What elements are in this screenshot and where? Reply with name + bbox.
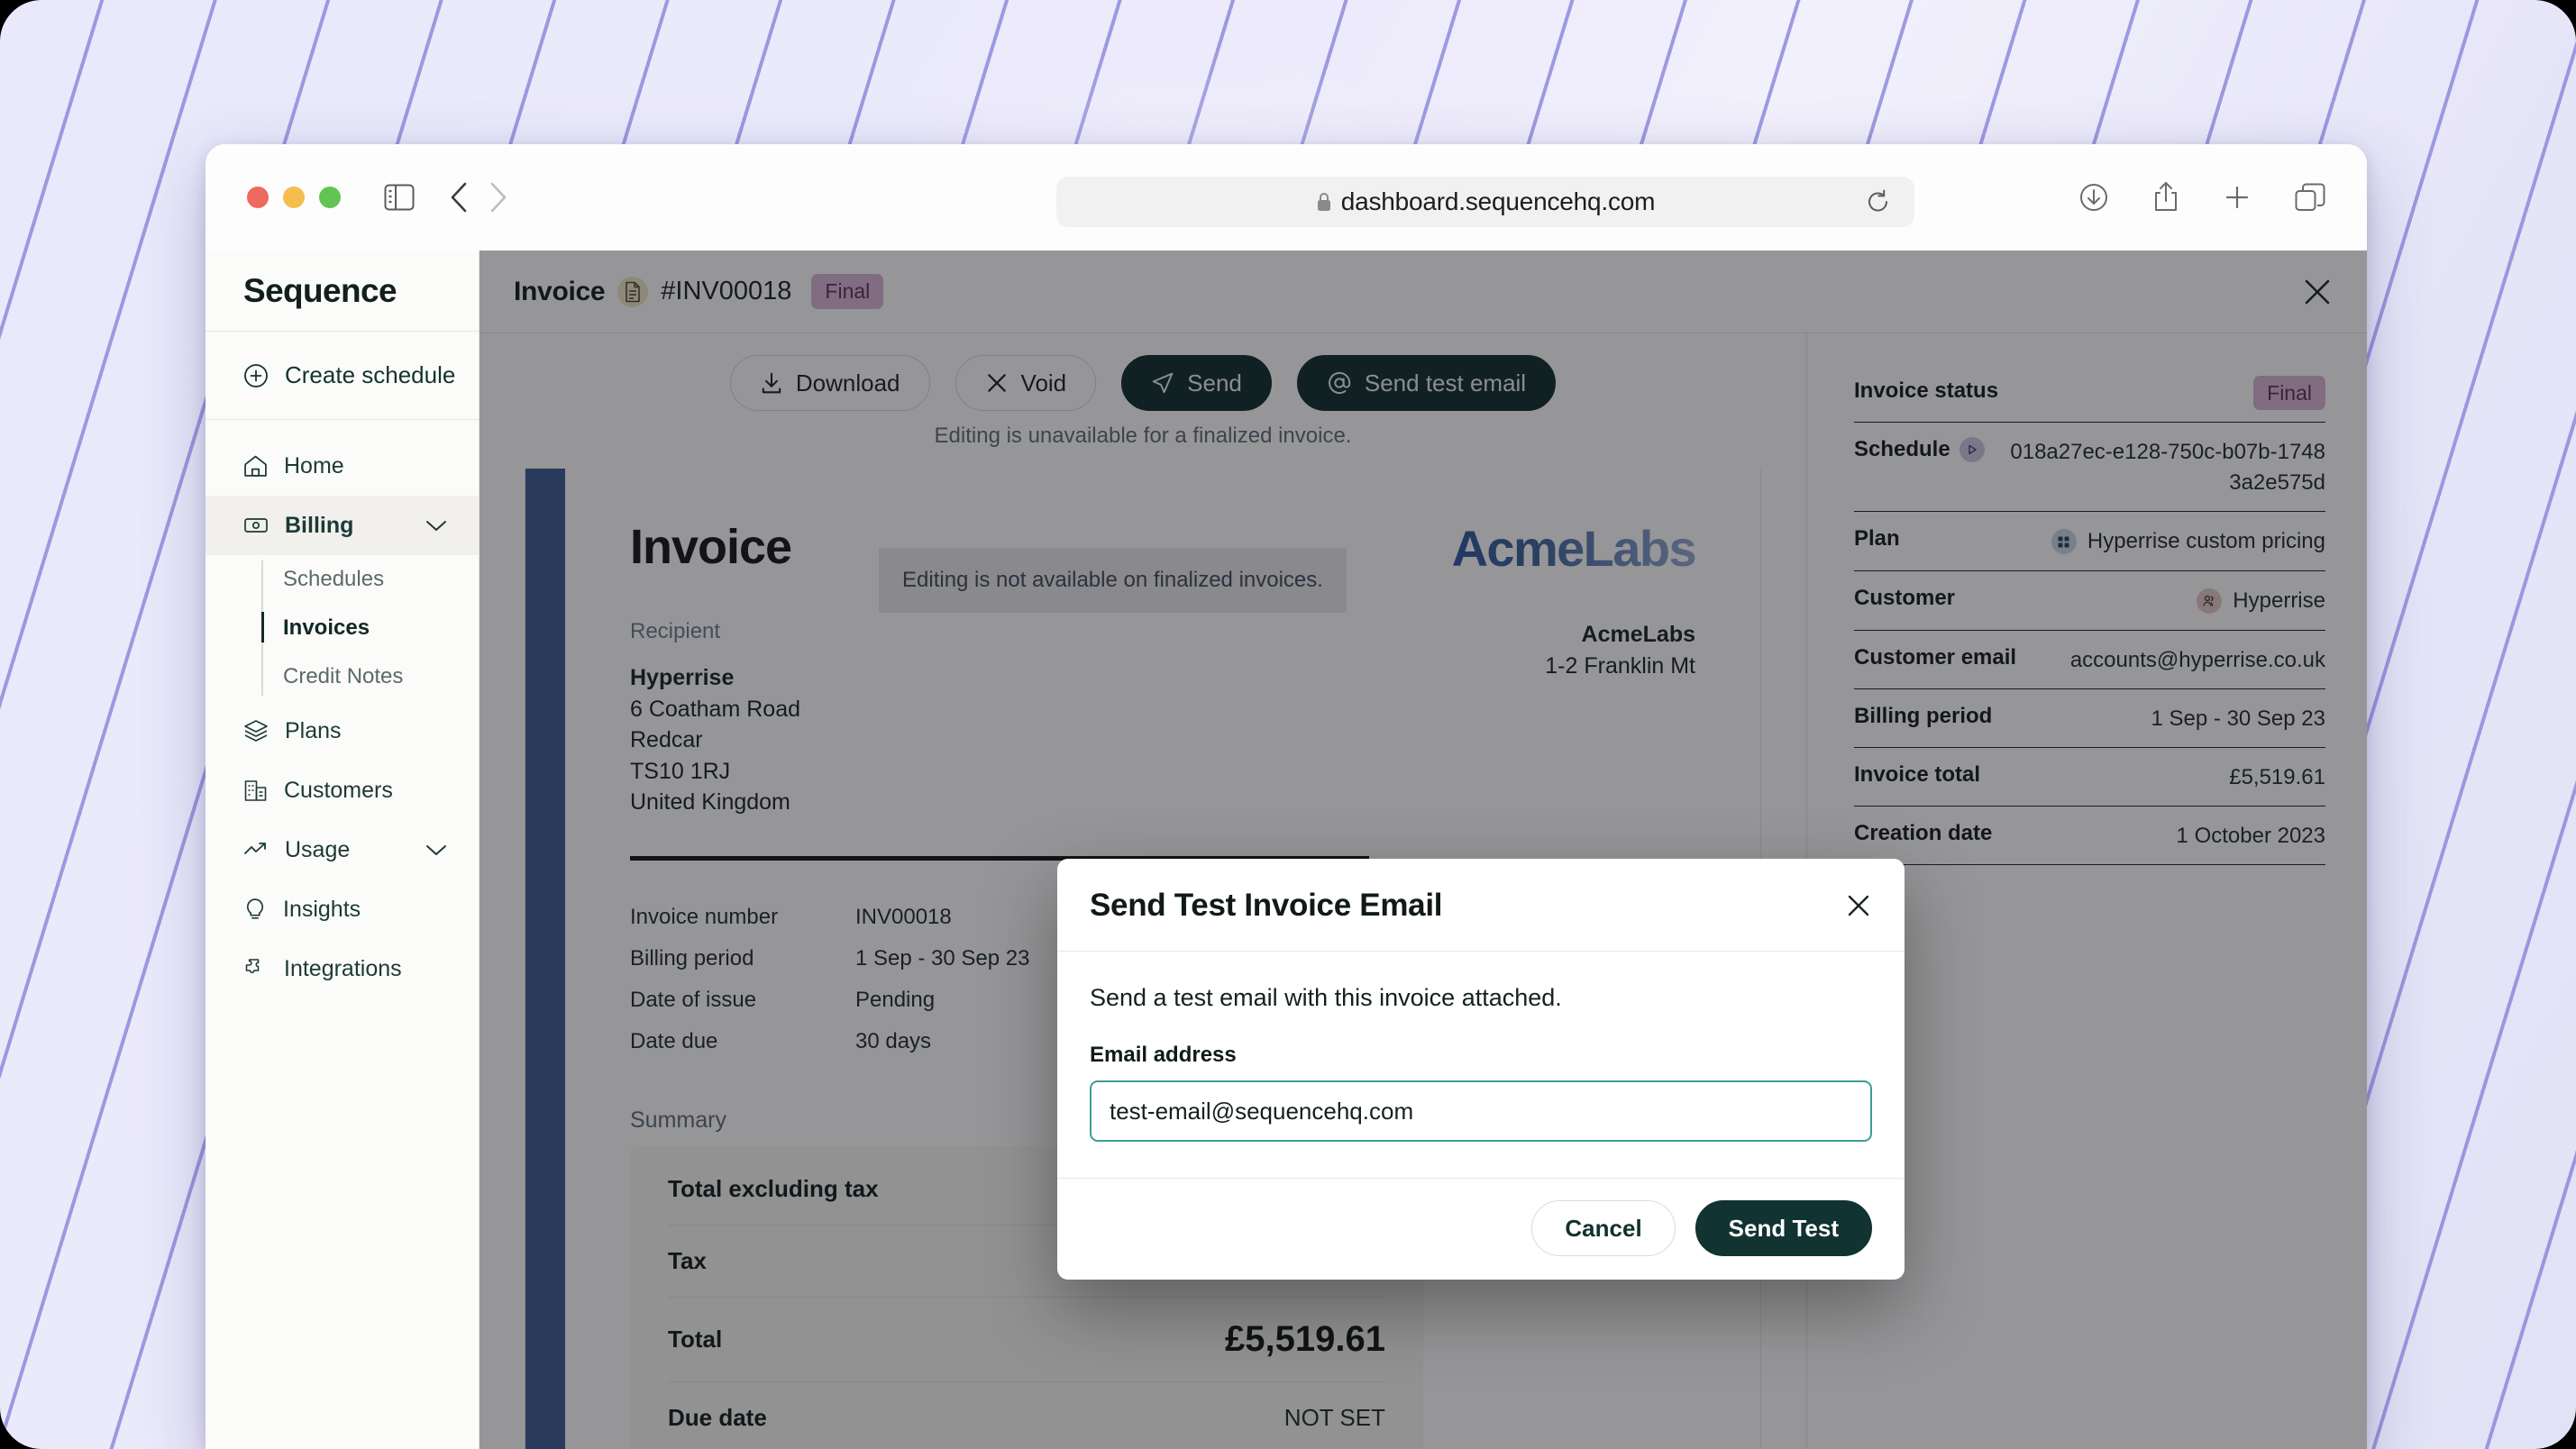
dialog-header: Send Test Invoice Email	[1057, 859, 1905, 952]
tab-overview-icon[interactable]	[2295, 183, 2325, 212]
usage-icon	[243, 840, 269, 860]
chevron-down-icon[interactable]	[425, 518, 448, 533]
minimize-window-button[interactable]	[283, 187, 305, 208]
url-text: dashboard.sequencehq.com	[1340, 187, 1656, 215]
email-field-label: Email address	[1090, 1043, 1237, 1067]
sidebar-item-integrations[interactable]: Integrations	[206, 939, 479, 998]
chevron-down-icon[interactable]	[425, 843, 448, 857]
browser-window: dashboard.sequencehq.com Sequence Create…	[206, 144, 2367, 1449]
close-icon[interactable]	[1845, 892, 1872, 919]
chevron-left-icon[interactable]	[449, 181, 469, 214]
dialog-footer: Cancel Send Test	[1057, 1178, 1905, 1280]
sidebar-subitem-label: Schedules	[283, 567, 385, 591]
sidebar-item-credit-notes[interactable]: Credit Notes	[283, 652, 479, 701]
sidebar-nav: Home Billing Schedules Invoices Credit N…	[206, 420, 479, 998]
window-controls	[247, 187, 341, 208]
sidebar-item-customers[interactable]: Customers	[206, 761, 479, 820]
sidebar-item-label: Usage	[285, 836, 351, 862]
sidebar-item-schedules[interactable]: Schedules	[283, 555, 479, 604]
dialog-description: Send a test email with this invoice atta…	[1090, 984, 1562, 1011]
sidebar-toggle-icon[interactable]	[384, 184, 415, 211]
billing-icon	[243, 515, 269, 536]
integrations-icon	[243, 957, 268, 980]
address-bar[interactable]: dashboard.sequencehq.com	[1056, 177, 1914, 227]
insights-icon	[243, 898, 267, 922]
cancel-button[interactable]: Cancel	[1531, 1200, 1676, 1256]
home-icon	[243, 454, 268, 478]
sidebar-item-insights[interactable]: Insights	[206, 879, 479, 939]
lock-icon	[1316, 191, 1332, 213]
sidebar-item-label: Home	[284, 452, 344, 478]
send-test-email-dialog: Send Test Invoice Email Send a test emai…	[1057, 859, 1905, 1280]
close-window-button[interactable]	[247, 187, 269, 208]
sidebar-item-label: Integrations	[284, 955, 402, 981]
reload-icon[interactable]	[1866, 188, 1891, 215]
sidebar-item-label: Billing	[285, 512, 354, 538]
plans-icon	[243, 719, 269, 743]
sidebar-item-label: Customers	[284, 777, 393, 803]
dialog-body: Send a test email with this invoice atta…	[1057, 952, 1905, 1178]
sidebar-item-label: Plans	[285, 717, 342, 743]
share-icon[interactable]	[2152, 181, 2179, 214]
brand-logo: Sequence	[206, 251, 479, 332]
customers-icon	[243, 779, 268, 802]
create-schedule-label: Create schedule	[285, 361, 456, 388]
downloads-icon[interactable]	[2078, 182, 2109, 213]
create-schedule-button[interactable]: Create schedule	[206, 332, 479, 420]
plus-circle-icon	[243, 363, 269, 388]
sidebar-item-invoices[interactable]: Invoices	[261, 604, 479, 652]
sidebar-item-usage[interactable]: Usage	[206, 820, 479, 879]
email-field[interactable]	[1090, 1080, 1872, 1142]
sidebar-subitem-label: Invoices	[283, 615, 370, 640]
plus-icon[interactable]	[2223, 183, 2252, 212]
billing-subnav: Schedules Invoices Credit Notes	[206, 555, 479, 701]
desktop-backdrop: dashboard.sequencehq.com Sequence Create…	[0, 0, 2576, 1449]
sidebar-subitem-label: Credit Notes	[283, 664, 404, 688]
toolbar-right-icons	[2078, 181, 2325, 214]
sidebar-item-billing[interactable]: Billing	[206, 496, 479, 555]
sidebar-item-label: Insights	[283, 896, 361, 922]
dialog-title: Send Test Invoice Email	[1090, 888, 1443, 923]
maximize-window-button[interactable]	[319, 187, 341, 208]
app-sidebar: Sequence Create schedule Home Billing Sc…	[206, 251, 480, 1449]
sidebar-item-home[interactable]: Home	[206, 436, 479, 496]
browser-toolbar: dashboard.sequencehq.com	[206, 144, 2367, 251]
send-test-button[interactable]: Send Test	[1694, 1200, 1872, 1256]
chevron-right-icon[interactable]	[489, 181, 508, 214]
sidebar-item-plans[interactable]: Plans	[206, 701, 479, 761]
